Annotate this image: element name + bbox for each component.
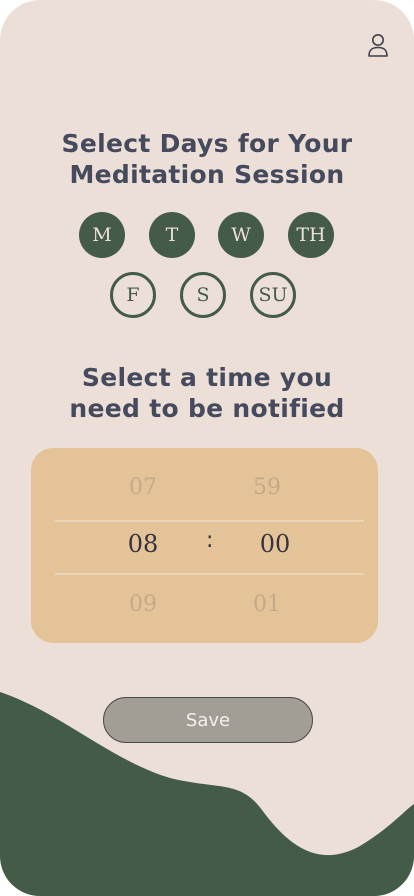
hour-selected[interactable]: 08 xyxy=(103,530,183,558)
time-picker[interactable]: 07 08 09 : 59 00 01 xyxy=(31,448,378,643)
time-separator: : xyxy=(206,528,214,553)
minute-selected[interactable]: 00 xyxy=(235,530,315,558)
save-button[interactable]: Save xyxy=(103,697,313,743)
user-icon[interactable] xyxy=(366,32,390,58)
day-button-su[interactable]: SU xyxy=(250,272,296,318)
picker-divider-top xyxy=(55,520,364,522)
hour-prev[interactable]: 07 xyxy=(103,475,183,500)
day-button-s[interactable]: S xyxy=(180,272,226,318)
picker-divider-bottom xyxy=(55,573,364,575)
day-button-w[interactable]: W xyxy=(218,212,264,258)
hour-next[interactable]: 09 xyxy=(103,592,183,617)
time-title: Select a time you need to be notified xyxy=(0,362,414,424)
screen: Select Days for Your Meditation Session … xyxy=(0,0,414,896)
days-title-line1: Select Days for Your xyxy=(61,129,353,158)
day-button-f[interactable]: F xyxy=(110,272,156,318)
days-title: Select Days for Your Meditation Session xyxy=(0,128,414,190)
minute-next[interactable]: 01 xyxy=(227,592,307,617)
time-title-line1: Select a time you xyxy=(81,363,333,392)
days-title-line2: Meditation Session xyxy=(69,160,345,189)
day-button-m[interactable]: M xyxy=(79,212,125,258)
day-button-t[interactable]: T xyxy=(149,212,195,258)
minute-prev[interactable]: 59 xyxy=(227,475,307,500)
day-button-th[interactable]: TH xyxy=(288,212,334,258)
time-title-line2: need to be notified xyxy=(69,394,345,423)
